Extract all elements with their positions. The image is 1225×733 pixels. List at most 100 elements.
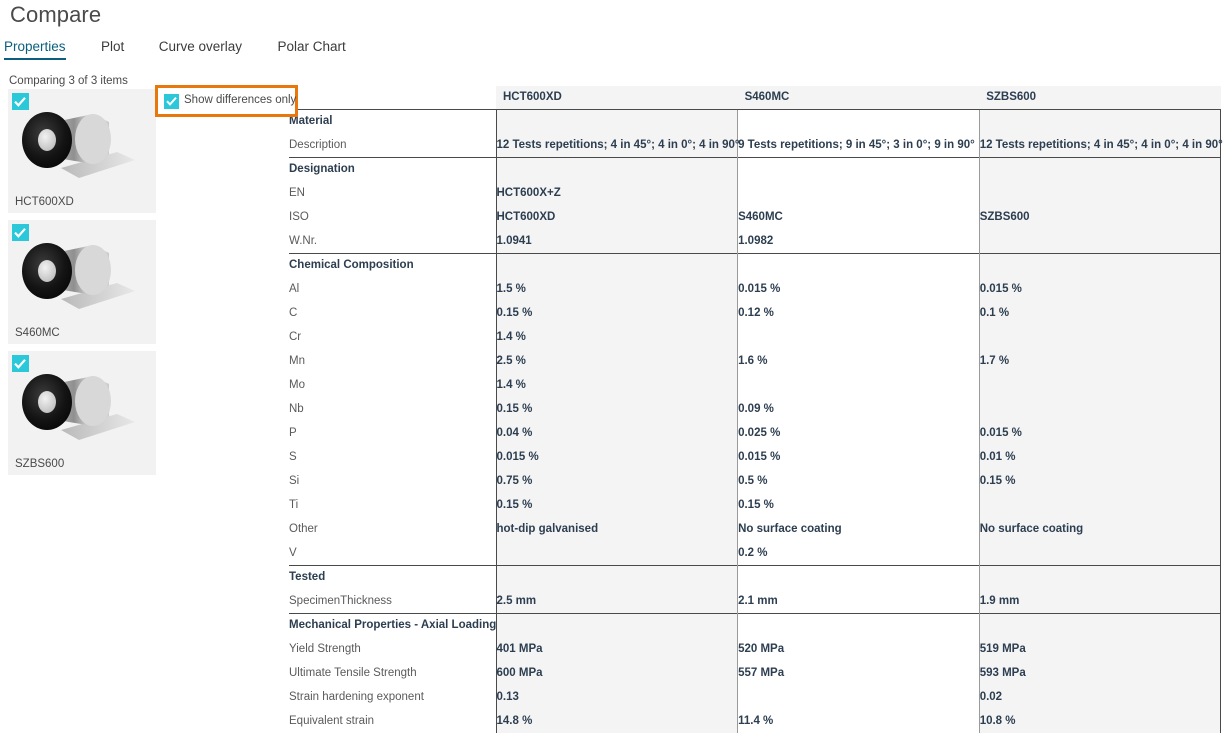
table-row: S 0.015 % 0.015 % 0.01 %: [289, 445, 1222, 469]
table-cell-value: 10.8 %: [979, 709, 1222, 733]
compare-item-thumbnail: [9, 364, 157, 450]
table-row: P 0.04 % 0.025 % 0.015 %: [289, 421, 1222, 445]
table-cell-value: 1.9 mm: [979, 589, 1222, 613]
table-cell-value: 11.4 %: [737, 709, 980, 733]
table-cell-value: No surface coating: [737, 517, 980, 541]
compare-item-thumbnail: [9, 102, 157, 188]
table-cell-value: 0.015 %: [496, 445, 739, 469]
compare-item-checkbox[interactable]: [12, 93, 29, 110]
table-cell-value: 0.04 %: [496, 421, 739, 445]
table-cell-value: 0.15 %: [496, 301, 739, 325]
tab-plot-label: Plot: [100, 39, 125, 54]
table-row-label: Al: [289, 277, 497, 301]
table-cell-value: 1.0982: [737, 229, 980, 253]
table-group-label: Designation: [289, 156, 497, 181]
comparison-table: HCT600XD S460MC SZBS600 Material Descrip…: [289, 86, 1223, 733]
show-differences-only-checkbox[interactable]: [164, 94, 179, 109]
table-cell-value: 0.01 %: [979, 445, 1222, 469]
table-group-spacer: [737, 109, 980, 133]
table-row-label: ISO: [289, 205, 497, 229]
table-row: Mn 2.5 % 1.6 % 1.7 %: [289, 349, 1222, 373]
steel-coil-icon: [22, 112, 135, 178]
table-cell-value: 2.5 %: [496, 349, 739, 373]
tab-properties[interactable]: Properties: [4, 39, 66, 60]
table-row: Other hot-dip galvanised No surface coatin…: [289, 517, 1222, 541]
table-row: Ultimate Tensile Strength 600 MPa 557 MPa 5…: [289, 661, 1222, 685]
table-group-spacer: [496, 156, 739, 181]
table-row-label: Yield Strength: [289, 637, 497, 661]
table-header-row: HCT600XD S460MC SZBS600: [289, 86, 1221, 110]
compare-item-card[interactable]: HCT600XD: [8, 89, 156, 213]
table-cell-value: [737, 181, 980, 205]
table-cell-value: 12 Tests repetitions; 4 in 45°; 4 in 0°;…: [496, 133, 740, 157]
table-group-label: Chemical Composition: [289, 252, 497, 277]
show-differences-only-label: Show differences only: [184, 94, 297, 106]
table-cell-value: [737, 685, 980, 709]
tab-curve-overlay[interactable]: Curve overlay: [159, 39, 242, 60]
table-group-spacer: [496, 564, 739, 589]
table-group-spacer: [979, 612, 1222, 637]
table-cell-value: 12 Tests repetitions; 4 in 45°; 4 in 0°;…: [979, 133, 1223, 157]
table-row: C 0.15 % 0.12 % 0.1 %: [289, 301, 1222, 325]
table-cell-value: 0.025 %: [737, 421, 980, 445]
show-differences-only-highlight: Show differences only: [155, 85, 298, 117]
table-cell-value: 557 MPa: [737, 661, 980, 685]
table-row-label: Equivalent strain: [289, 709, 497, 733]
compare-item-checkbox[interactable]: [12, 355, 29, 372]
tab-polar-chart[interactable]: Polar Chart: [277, 39, 345, 60]
table-cell-value: 1.6 %: [737, 349, 980, 373]
header-col-1: HCT600XD: [496, 86, 738, 110]
table-row-label: Si: [289, 469, 497, 493]
table-row: Si 0.75 % 0.5 % 0.15 %: [289, 469, 1222, 493]
table-group-label: Mechanical Properties - Axial Loading: [289, 612, 497, 637]
table-cell-value: 0.5 %: [737, 469, 980, 493]
table-cell-value: No surface coating: [979, 517, 1222, 541]
table-group-spacer: [737, 252, 980, 277]
table-row-label: S: [289, 445, 497, 469]
table-cell-value: 519 MPa: [979, 637, 1222, 661]
checkmark-icon: [14, 359, 26, 369]
compare-item-checkbox[interactable]: [12, 224, 29, 241]
table-row: Ti 0.15 % 0.15 %: [289, 493, 1222, 517]
steel-coil-icon: [22, 243, 135, 309]
table-cell-value: 1.4 %: [496, 325, 739, 349]
table-group-spacer: [979, 109, 1222, 133]
compare-item-label: S460MC: [15, 327, 60, 339]
table-row-label: V: [289, 541, 497, 565]
table-group-spacer: [737, 564, 980, 589]
compare-item-card[interactable]: S460MC: [8, 220, 156, 344]
tab-curve-overlay-label: Curve overlay: [158, 39, 242, 54]
table-cell-value: [979, 325, 1222, 349]
table-group-spacer: [979, 252, 1222, 277]
table-cell-value: hot-dip galvanised: [496, 517, 739, 541]
compare-item-card[interactable]: SZBS600: [8, 351, 156, 475]
tab-plot[interactable]: Plot: [101, 39, 124, 60]
table-cell-value: 0.15 %: [496, 493, 739, 517]
table-cell-value: 520 MPa: [737, 637, 980, 661]
table-cell-value: [979, 181, 1222, 205]
table-row: Strain hardening exponent 0.13 0.02: [289, 685, 1222, 709]
table-cell-value: [737, 373, 980, 397]
table-group-spacer: [737, 612, 980, 637]
table-group-label: Material: [289, 109, 497, 133]
table-cell-value: SZBS600: [979, 205, 1222, 229]
table-cell-value: 0.09 %: [737, 397, 980, 421]
table-row-label: W.Nr.: [289, 229, 497, 253]
table-cell-value: HCT600X+Z: [496, 181, 739, 205]
table-row-label: Mn: [289, 349, 497, 373]
table-group-spacer: [979, 156, 1222, 181]
table-cell-value: 0.015 %: [979, 421, 1222, 445]
compare-item-list: HCT600XD S460MC SZBS600: [8, 89, 156, 482]
header-col-3: SZBS600: [979, 86, 1221, 110]
steel-coil-icon: [22, 374, 135, 440]
comparison-table-header: HCT600XD S460MC SZBS600: [289, 86, 1221, 110]
table-cell-value: [979, 373, 1222, 397]
table-row: SpecimenThickness 2.5 mm 2.1 mm 1.9 mm: [289, 589, 1222, 613]
table-cell-value: 14.8 %: [496, 709, 739, 733]
table-row: Description 12 Tests repetitions; 4 in 45…: [289, 133, 1223, 157]
page-title: Compare: [10, 2, 102, 27]
table-cell-value: 9 Tests repetitions; 9 in 45°; 3 in 0°; …: [737, 133, 980, 157]
table-group-spacer: [496, 612, 739, 637]
table-group-label: Tested: [289, 564, 497, 589]
table-cell-value: [979, 229, 1222, 253]
